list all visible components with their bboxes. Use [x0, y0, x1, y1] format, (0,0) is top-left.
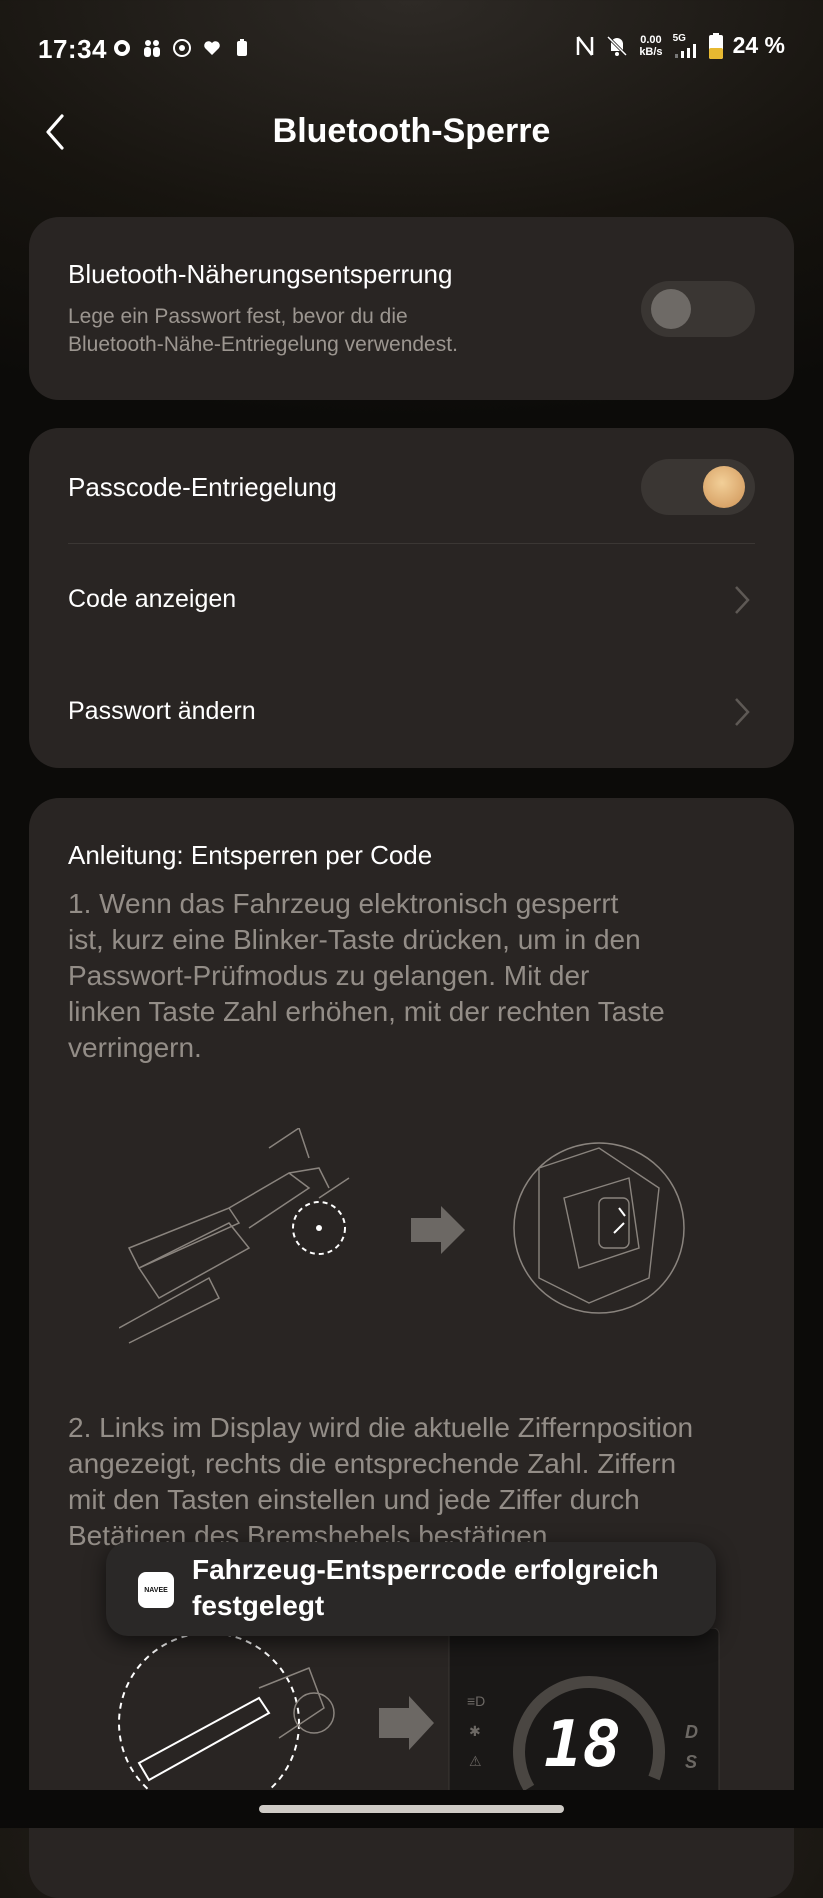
page-title: Bluetooth-Sperre — [272, 112, 551, 150]
battery-icon — [708, 32, 723, 59]
svg-text:S: S — [685, 1752, 697, 1772]
people-icon — [144, 40, 160, 57]
chat-bubble-icon — [114, 40, 130, 56]
guide-line: ist, kurz eine Blinker-Taste drücken, um… — [68, 924, 641, 955]
home-indicator[interactable] — [259, 1805, 564, 1813]
passcode-unlock-title: Passcode-Entriegelung — [68, 472, 337, 502]
net-speed: 0.00 kB/s — [639, 34, 662, 58]
guide-title: Anleitung: Entsperren per Code — [68, 840, 433, 870]
proximity-unlock-card: Bluetooth-Näherungsentsperrung Lege ein … — [29, 217, 794, 400]
svg-text:✱: ✱ — [469, 1723, 481, 1739]
change-password-row[interactable]: Passwort ändern — [29, 656, 794, 768]
chevron-right-icon — [735, 698, 750, 726]
svg-text:⚠: ⚠ — [469, 1753, 482, 1769]
mute-bell-icon — [607, 35, 628, 56]
description-line: Bluetooth-Nähe-Entriegelung verwendest. — [68, 333, 458, 356]
description-line: Lege ein Passwort fest, bevor du die — [68, 305, 408, 328]
guide-line: angezeigt, rechts die entsprechende Zahl… — [68, 1448, 677, 1479]
svg-text:D: D — [685, 1722, 698, 1742]
toggle-knob — [651, 289, 691, 329]
app-logo-icon: NAVEE — [138, 1572, 174, 1608]
passcode-card: Passcode-Entriegelung Code anzeigen Pass… — [29, 428, 794, 768]
toast-message: Fahrzeug-Entsperrcode erfolgreich festge… — [192, 1552, 692, 1624]
guide-line: Passwort-Prüfmodus zu gelangen. Mit der — [68, 960, 590, 991]
status-bar: 17:34 0.00 kB/s 5G 24 % — [0, 0, 823, 100]
signal-group: 5G — [673, 33, 699, 58]
notification-icons — [112, 38, 252, 58]
battery-percent: 24 % — [732, 32, 785, 58]
toast-line: Fahrzeug-Entsperrcode erfolgreich — [192, 1554, 659, 1585]
guide-line: 1. Wenn das Fahrzeug elektronisch gesper… — [68, 888, 619, 919]
show-code-row[interactable]: Code anzeigen — [29, 544, 794, 656]
guide-line: 2. Links im Display wird die aktuelle Zi… — [68, 1412, 694, 1443]
change-password-label: Passwort ändern — [68, 697, 256, 725]
nfc-icon — [577, 35, 594, 56]
battery-saver-icon — [237, 39, 247, 56]
system-icons: 0.00 kB/s 5G 24 % — [575, 32, 785, 59]
toggle-knob — [703, 466, 745, 508]
success-toast: NAVEE Fahrzeug-Entsperrcode erfolgreich … — [106, 1542, 716, 1636]
guide-line: linken Taste Zahl erhöhen, mit der recht… — [68, 996, 665, 1027]
status-time: 17:34 — [38, 34, 107, 64]
signal-icon — [674, 44, 696, 58]
proximity-unlock-title: Bluetooth-Näherungsentsperrung — [68, 259, 453, 289]
handlebar-button-illustration — [119, 1128, 685, 1344]
guide-step-1: 1. Wenn das Fahrzeug elektronisch gesper… — [68, 886, 768, 1066]
proximity-unlock-toggle[interactable] — [641, 281, 755, 337]
lion-icon — [173, 39, 191, 57]
guide-line: mit den Tasten einstellen und jede Ziffe… — [68, 1484, 640, 1515]
net-speed-unit: kB/s — [639, 45, 663, 58]
guide-line: verringern. — [68, 1032, 202, 1063]
unlock-guide-card: Anleitung: Entsperren per Code 1. Wenn d… — [29, 798, 794, 1898]
chevron-right-icon — [735, 586, 750, 614]
net-speed-value: 0.00 — [640, 33, 662, 46]
display-speed-number: 18 — [544, 1708, 621, 1782]
heart-icon — [204, 41, 220, 55]
network-type: 5G — [672, 33, 686, 44]
passcode-unlock-toggle[interactable] — [641, 459, 755, 515]
svg-text:≡D: ≡D — [467, 1693, 485, 1709]
toast-line: festgelegt — [192, 1590, 325, 1621]
show-code-label: Code anzeigen — [68, 585, 237, 613]
logo-text: NAVEE — [144, 1586, 168, 1594]
proximity-unlock-description: Lege ein Passwort fest, bevor du die Blu… — [68, 303, 458, 359]
guide-step-2: 2. Links im Display wird die aktuelle Zi… — [68, 1410, 778, 1554]
